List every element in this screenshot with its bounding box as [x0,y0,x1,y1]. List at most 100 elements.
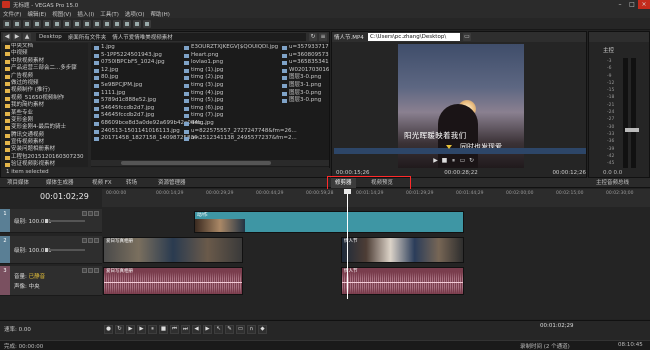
file-item[interactable]: timg (6).jpg [183,105,279,113]
zoom-tool-icon[interactable] [133,19,141,28]
file-item[interactable]: 1.jpg [93,44,179,52]
file-item[interactable]: 图层3-1.png [281,82,329,90]
file-item[interactable]: 图层3-0.png [281,97,329,105]
file-item[interactable]: lovlao1.png [183,59,279,67]
playhead-handle-icon[interactable] [344,189,351,194]
help-icon[interactable] [143,19,151,28]
playback-rate[interactable]: 速率: 0.00 [4,325,31,333]
redo-icon[interactable] [93,19,101,28]
minimize-button[interactable]: – [614,0,626,9]
edit-tool-icon[interactable] [103,19,111,28]
selection-tool-icon[interactable] [123,19,131,28]
trimmer-marker-icon[interactable] [446,145,452,149]
new-project-icon[interactable] [3,19,11,28]
marker-icon[interactable]: ◆ [258,325,267,334]
mute-icon[interactable] [82,211,87,216]
loop-icon[interactable]: ↻ [115,325,124,334]
folder-tree-item[interactable]: 验证视频影视素材 [2,161,88,167]
folder-tree-item[interactable]: 腾讯交通视频 [2,132,88,139]
file-item[interactable]: 0750lBPCbF5_1024.jpg [93,59,179,67]
go-start-icon[interactable]: ⏮ [170,325,179,334]
play-from-start-icon[interactable]: ▶ [126,325,135,334]
cut-icon[interactable] [53,19,61,28]
folder-icon[interactable]: ▭ [463,33,471,41]
solo-icon[interactable] [88,268,93,273]
undo-icon[interactable] [83,19,91,28]
copy-icon[interactable] [63,19,71,28]
record-icon[interactable]: ● [104,325,113,334]
trimmer-path[interactable]: C:\Users\pc.zhang\Desktop\ [368,33,460,41]
save-icon[interactable] [23,19,31,28]
file-item[interactable]: 20171458_1827158_14098725836... [93,135,203,143]
tab-explorer[interactable]: 资源管理器 [154,178,190,188]
file-item[interactable]: timg (5).jpg [183,97,279,105]
envelope-tool-icon[interactable] [113,19,121,28]
track-level-slider[interactable] [45,219,85,223]
pause-icon[interactable]: ⏸ [148,325,157,334]
mute-icon[interactable] [82,238,87,243]
fx-icon[interactable] [94,211,99,216]
file-item[interactable]: u=3579337179... [281,44,329,52]
loop-icon[interactable]: ↻ [468,157,475,164]
folder-tree-item[interactable]: 我的简约素材 [2,102,88,109]
tab-master-bus[interactable]: 主控音频总线 [592,178,633,188]
file-item[interactable]: 80.jpg [93,74,179,82]
file-item[interactable]: timg (4).jpg [183,90,279,98]
folder-tree-item[interactable]: 视频制作 (推行) [2,87,88,94]
folder-tree-item[interactable]: 某些专业 [2,110,88,117]
explorer-path[interactable]: Desktop 桌面所有文件夹 情人节爱情唯美视频素材 [36,33,306,41]
menu-options[interactable]: 选项(O) [125,10,145,18]
envelope-edit-icon[interactable]: ✎ [225,325,234,334]
path-segment[interactable]: Desktop [39,34,62,40]
file-item[interactable]: 54645fccdb2d7.jpg [93,112,179,120]
file-item[interactable]: timg (7).jpg [183,112,279,120]
folder-tree-item[interactable]: 安装问题相册素材 [2,146,88,153]
track-level-slider[interactable] [45,248,85,252]
maximize-button[interactable]: □ [626,0,638,9]
fx-icon[interactable] [94,268,99,273]
go-end-icon[interactable]: ⏭ [181,325,190,334]
file-item[interactable]: u=2512341138_2495577237&fm=2... [183,135,297,143]
file-item[interactable]: Heart.png [183,52,279,60]
file-item[interactable]: timg (2).jpg [183,74,279,82]
menu-view[interactable]: 视图(V) [52,10,71,18]
next-frame-icon[interactable]: ▶ [203,325,212,334]
file-list-scrollbar[interactable] [91,160,329,166]
open-icon[interactable] [13,19,21,28]
file-item[interactable]: u=822575557_2727247748&fm=26... [183,128,297,136]
timeline-ruler[interactable]: 00:00:00 00:00:14;29 00:00:29;29 00:00:44;2… [102,189,650,207]
forward-icon[interactable]: ▶ [13,33,21,41]
path-segment[interactable]: 情人节爱情唯美视频素材 [112,33,173,41]
file-item[interactable]: u=3608095730... [281,52,329,60]
refresh-icon[interactable]: ↻ [309,33,317,41]
view-icon[interactable]: ≡ [319,33,327,41]
menu-edit[interactable]: 编辑(E) [27,10,46,18]
menu-help[interactable]: 帮助(H) [151,10,170,18]
file-item[interactable]: u=3658353410... [281,59,329,67]
file-item[interactable]: 5e9BPCJPM.jpg [93,82,179,90]
properties-icon[interactable] [43,19,51,28]
file-item[interactable]: 1111.jpg [93,90,179,98]
stop-icon[interactable]: ■ [441,157,448,164]
play-icon[interactable]: ▶ [432,157,439,164]
file-item[interactable]: timg (1).jpg [183,67,279,75]
frame-icon[interactable]: ▭ [459,157,466,164]
solo-icon[interactable] [88,211,93,216]
tab-video-fx[interactable]: 视频 FX [88,178,116,188]
tab-project-media[interactable]: 项目媒体 [3,178,33,188]
solo-icon[interactable] [88,238,93,243]
file-item[interactable]: 68609bce8d3a0de92a699b42a044b... [93,120,207,128]
file-item[interactable]: E3OURZTXJKEGV[$QOUIQDI.jpg [183,44,279,52]
file-item[interactable]: 240513-1501141016113.jpg [93,128,180,136]
track-header-video-2[interactable]: 2 级别: 100.0 % [0,236,102,264]
file-item[interactable]: 54645fccdb2d7.jpg [93,105,179,113]
play-icon[interactable]: ▶ [137,325,146,334]
fx-icon[interactable] [94,238,99,243]
menu-file[interactable]: 文件(F) [3,10,21,18]
tab-transitions[interactable]: 转场 [122,178,141,188]
render-icon[interactable] [33,19,41,28]
track-header-audio[interactable]: 3 音量: 已静音 声像: 中央 [0,266,102,296]
video-clip[interactable]: 动/作 [194,211,464,233]
menu-insert[interactable]: 插入(I) [77,10,94,18]
up-folder-icon[interactable]: ▲ [23,33,31,41]
